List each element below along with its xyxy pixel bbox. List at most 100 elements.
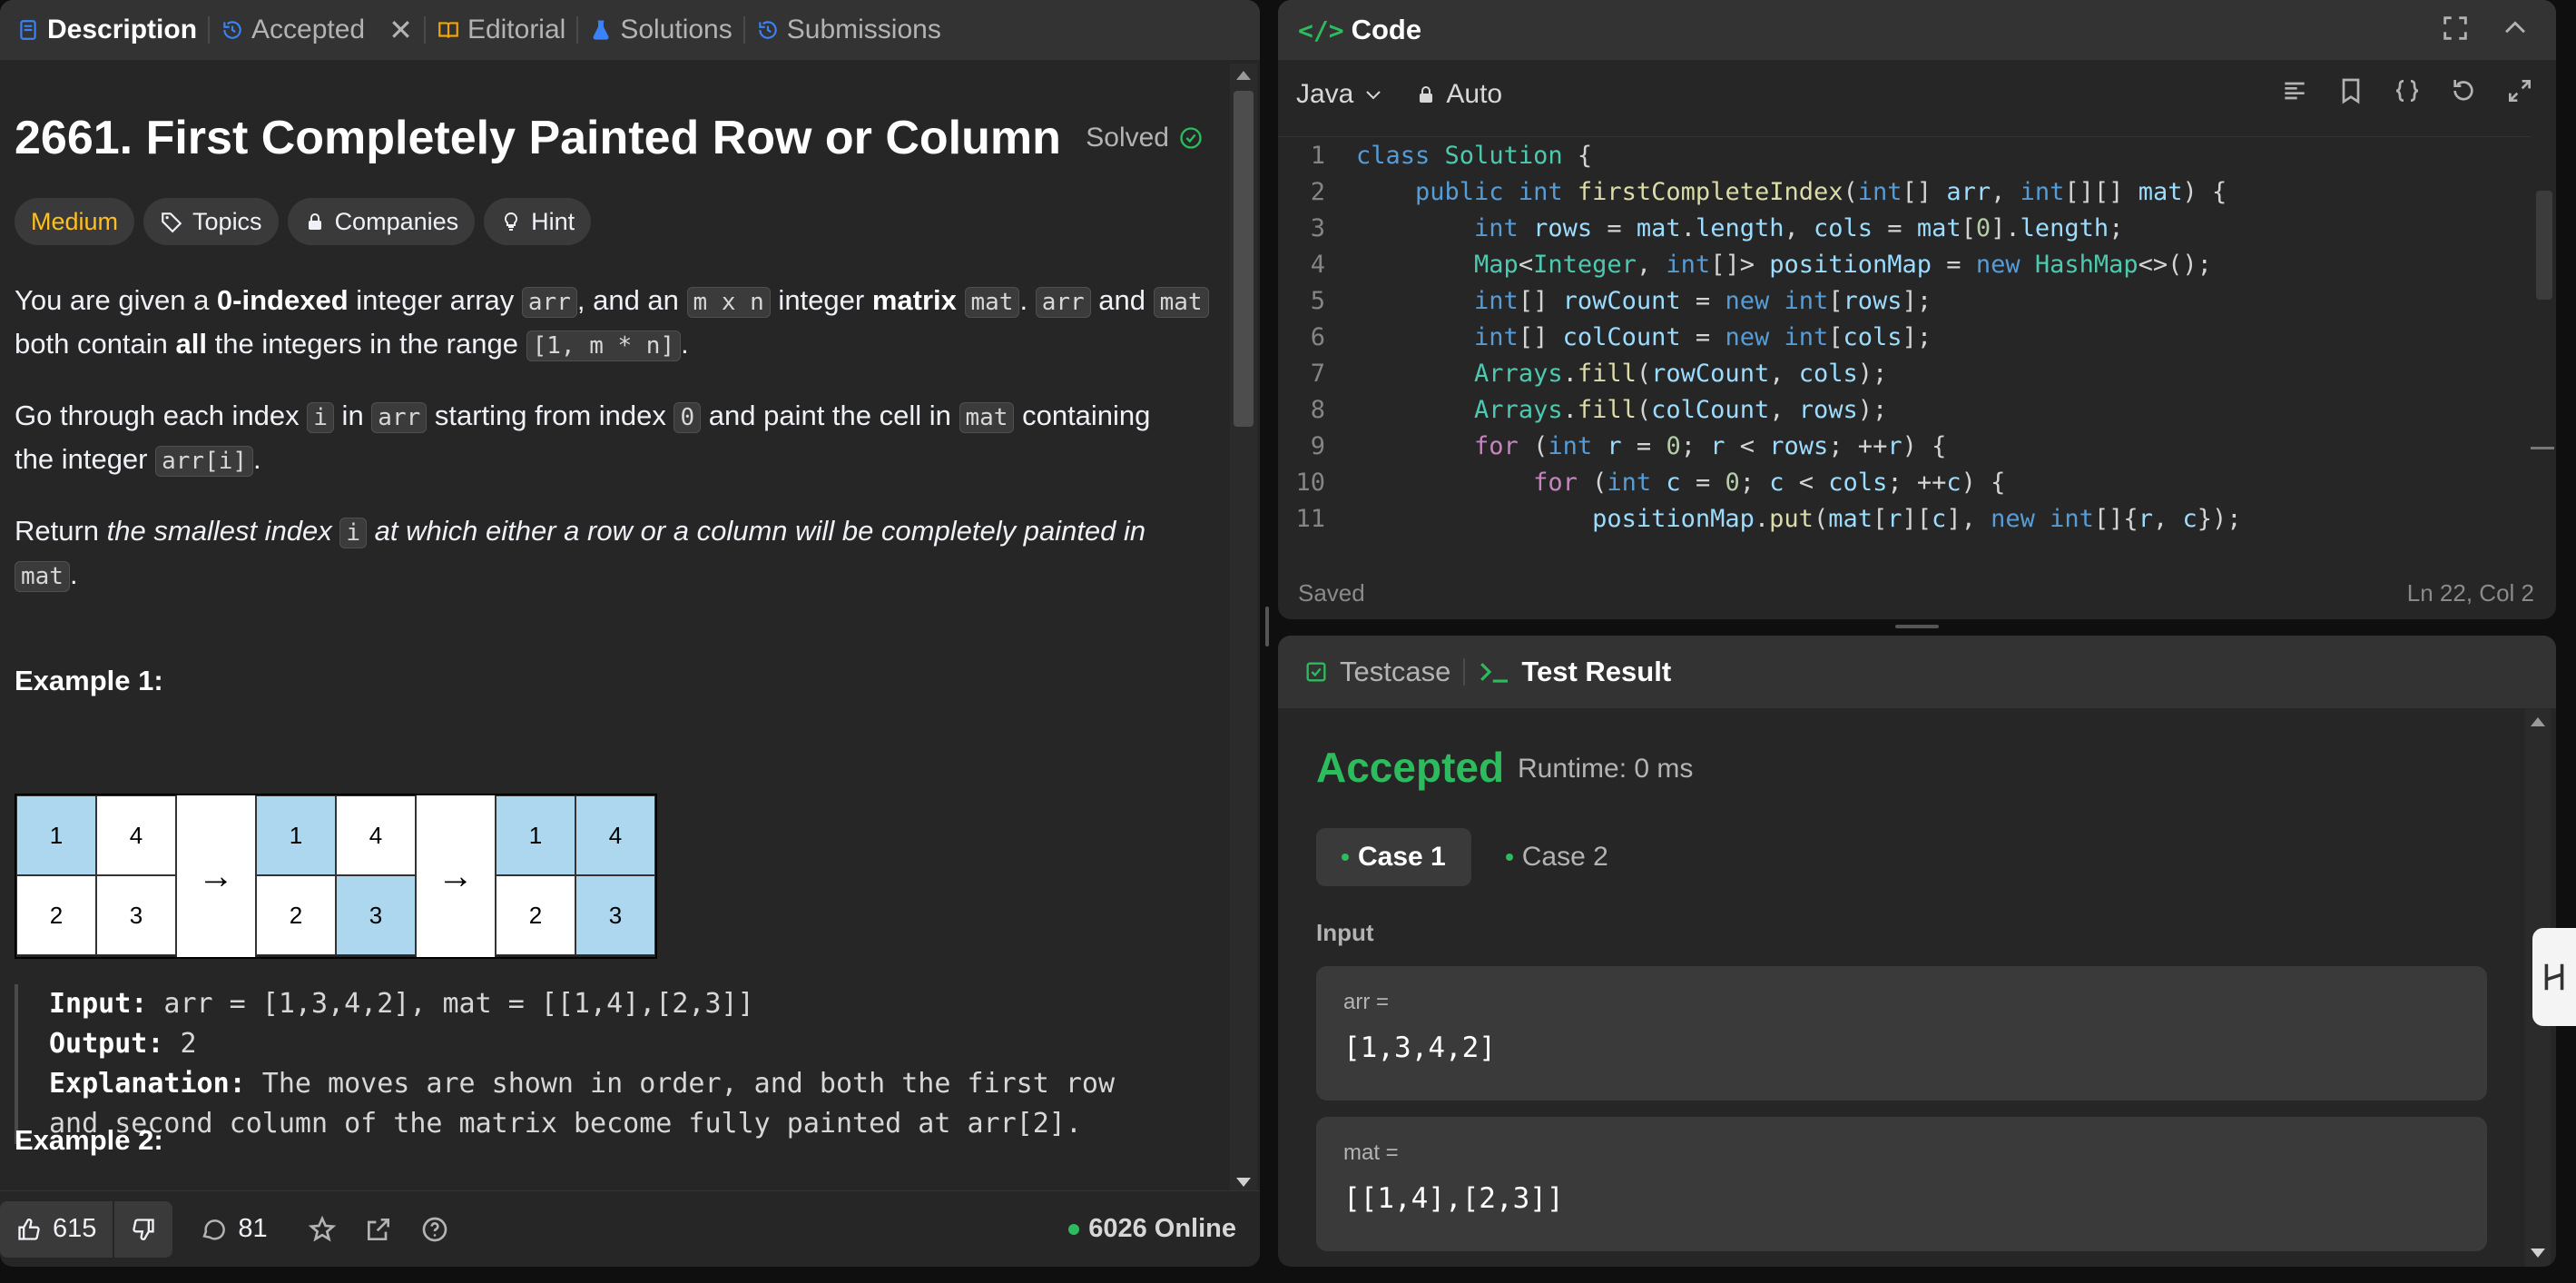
online-count: 6026 Online <box>1088 1214 1236 1243</box>
arrow-icon: → <box>416 795 496 957</box>
star-icon <box>308 1215 336 1242</box>
scrollbar-thumb[interactable] <box>2536 191 2552 300</box>
tab-test-result-label: Test Result <box>1521 656 1672 687</box>
input-label: Input: <box>49 988 148 1020</box>
topics-chip[interactable]: Topics <box>143 198 279 245</box>
code-line: 11 positionMap.put(mat[r][c], new int[]{… <box>1278 500 2531 533</box>
tab-test-result[interactable]: Test Result <box>1478 656 1671 688</box>
hint-label: Hint <box>531 207 575 235</box>
case-1-tab[interactable]: Case 1 <box>1316 828 1471 886</box>
description-paragraph-1: You are given a 0-indexed integer array … <box>15 280 1213 367</box>
matrix-cell: 2 <box>496 875 575 955</box>
panel-resize-handle[interactable] <box>1265 607 1269 646</box>
code-line: 2 public int firstCompleteIndex(int[] ar… <box>1278 173 2531 210</box>
problem-chips: Medium Topics Companies Hint <box>15 198 592 245</box>
scrollbar-thumb[interactable] <box>1234 91 1254 427</box>
matrix-cell: 1 <box>16 795 96 875</box>
favorite-button[interactable] <box>308 1215 337 1244</box>
case-2-tab[interactable]: Case 2 <box>1480 828 1634 886</box>
companies-label: Companies <box>334 207 459 235</box>
inline-code: arr[i] <box>155 446 254 477</box>
help-button[interactable] <box>420 1215 449 1244</box>
expand-icon[interactable] <box>2505 76 2534 105</box>
tab-testcase-label: Testcase <box>1340 656 1451 687</box>
format-icon[interactable] <box>2280 76 2309 105</box>
chevron-up-icon[interactable] <box>2500 13 2531 44</box>
code-line: 4 Map<Integer, int[]> positionMap = new … <box>1278 246 2531 282</box>
braces-icon[interactable] <box>2393 76 2422 105</box>
close-icon[interactable]: ✕ <box>388 13 413 47</box>
code-header: </> Code <box>1278 0 2556 60</box>
inline-code: arr <box>371 402 428 433</box>
auto-label: Auto <box>1446 79 1503 109</box>
scroll-up-icon[interactable] <box>1236 71 1251 80</box>
code-editor[interactable]: 1 class Solution { 2 public int firstComp… <box>1278 136 2531 532</box>
reset-icon[interactable] <box>2449 76 2478 105</box>
runtime-label: Runtime: 0 ms <box>1518 754 1694 784</box>
text: integer <box>770 284 872 316</box>
tag-icon <box>162 212 182 233</box>
chevron-down-icon <box>1366 91 1381 100</box>
bookmark-icon[interactable] <box>2336 76 2365 105</box>
solved-label: Solved <box>1086 123 1169 153</box>
tab-testcase[interactable]: Testcase <box>1303 656 1450 688</box>
case-label: Case 2 <box>1521 842 1608 872</box>
tab-editorial[interactable]: Editorial <box>426 0 576 60</box>
side-drawer-handle[interactable] <box>2532 928 2576 1026</box>
panel-resize-handle[interactable] <box>1895 625 1939 628</box>
description-paragraph-2: Go through each index i in arr starting … <box>15 395 1213 482</box>
editor-actions <box>2280 76 2534 105</box>
tab-solutions[interactable]: Solutions <box>578 0 742 60</box>
auto-mode[interactable]: Auto <box>1415 79 1502 110</box>
inline-code: i <box>339 518 368 548</box>
text-bold: 0-indexed <box>216 284 349 316</box>
fullscreen-icon[interactable] <box>2440 13 2471 44</box>
matrix-cell: 3 <box>96 875 176 955</box>
scroll-down-icon[interactable] <box>2531 1248 2545 1258</box>
code-line: 1 class Solution { <box>1278 137 2531 173</box>
comments-count: 81 <box>238 1214 268 1243</box>
language-select[interactable]: Java <box>1296 79 1384 110</box>
matrix-cell: 4 <box>575 795 655 875</box>
matrix-col: 4 3 <box>336 795 416 957</box>
matrix-col: 1 2 <box>16 795 96 957</box>
online-dot-icon <box>1068 1223 1080 1235</box>
code-line: 3 int rows = mat.length, cols = mat[0].l… <box>1278 210 2531 246</box>
cursor-position: Ln 22, Col 2 <box>2406 578 2534 607</box>
text: the integer <box>15 443 156 475</box>
code-line: 9 for (int r = 0; r < rows; ++r) { <box>1278 428 2531 464</box>
dislike-button[interactable] <box>114 1201 172 1258</box>
code-panel: </> Code Java Auto 1 class Solution { 2 p… <box>1278 0 2556 619</box>
editor-scrollbar[interactable] <box>2531 136 2554 532</box>
text-bold: all <box>175 328 207 360</box>
text-bold: matrix <box>871 284 957 316</box>
example-1-heading: Example 1: <box>15 665 163 696</box>
example-input: arr = [1,3,4,2], mat = [[1,4],[2,3]] <box>147 988 754 1020</box>
tab-submissions[interactable]: Submissions <box>745 0 952 60</box>
inline-code: mat <box>959 402 1015 433</box>
scroll-up-icon[interactable] <box>2531 717 2545 726</box>
comments-button[interactable]: 81 <box>200 1214 268 1244</box>
matrix-cell: 1 <box>256 795 336 875</box>
hint-chip[interactable]: Hint <box>484 198 592 245</box>
inline-code: m x n <box>686 287 771 318</box>
example-explanation: The moves are shown in order, and both t… <box>245 1068 1116 1100</box>
line-number: 1 <box>1310 141 1325 170</box>
lightbulb-icon <box>505 212 518 231</box>
thumbs-up-icon <box>18 1218 40 1240</box>
tab-accepted[interactable]: Accepted ✕ <box>210 0 424 60</box>
companies-chip[interactable]: Companies <box>287 198 476 245</box>
code-line: 10 for (int c = 0; c < cols; ++c) { <box>1278 464 2531 500</box>
mat-input-box: mat = [[1,4],[2,3]] <box>1316 1117 2487 1251</box>
matrix-cell: 3 <box>336 875 416 955</box>
problem-title[interactable]: 2661. First Completely Painted Row or Co… <box>15 111 1061 165</box>
tab-description[interactable]: Description <box>5 0 208 60</box>
matrix-cell: 2 <box>256 875 336 955</box>
history-icon <box>223 21 241 39</box>
example-output: 2 <box>163 1028 197 1060</box>
share-button[interactable] <box>364 1215 393 1244</box>
pass-dot-icon <box>1342 854 1349 861</box>
description-scrollbar[interactable] <box>1230 64 1257 1194</box>
scroll-down-icon[interactable] <box>1236 1178 1251 1187</box>
like-button[interactable]: 615 <box>0 1201 113 1258</box>
